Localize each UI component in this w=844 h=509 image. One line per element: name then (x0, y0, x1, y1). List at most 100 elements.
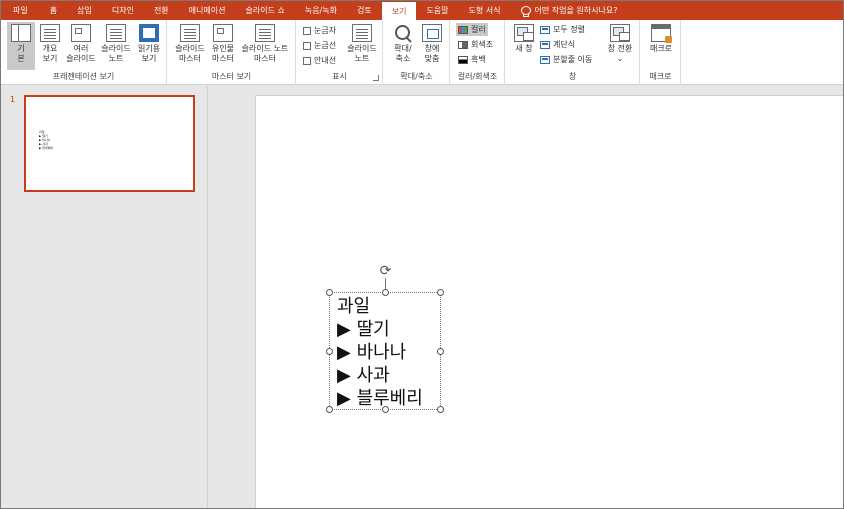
resize-handle-bottom-left[interactable] (326, 406, 333, 413)
group-label-macros: 매크로 (649, 72, 672, 81)
textbox-line-bullet: ▶ 바나나 (337, 342, 407, 363)
slide-sorter-button[interactable]: 여러 슬라이드 (64, 22, 98, 70)
tab-design[interactable]: 디자인 (102, 1, 144, 20)
zoom-button[interactable]: 확대/ 축소 (389, 22, 417, 70)
guides-checkbox[interactable]: 안내선 (303, 55, 336, 66)
guides-checkbox-box (303, 56, 311, 65)
macros-button[interactable]: 매크로 (645, 22, 677, 70)
gridlines-checkbox[interactable]: 눈금선 (303, 40, 336, 51)
tab-animations[interactable]: 애니메이션 (179, 1, 236, 20)
new-window-button[interactable]: 새 창 (510, 22, 538, 70)
handout-master-button[interactable]: 유인물 마스터 (208, 22, 238, 70)
tab-slide-show[interactable]: 슬라이드 쇼 (235, 1, 294, 20)
resize-handle-top-left[interactable] (326, 289, 333, 296)
tab-view[interactable]: 보기 (381, 2, 417, 20)
notes-master-icon (255, 24, 275, 42)
move-split-icon (540, 55, 550, 64)
textbox-content[interactable]: 과일 ▶ 딸기 ▶ 바나나 ▶ 사과 ▶ 블루베리 (337, 295, 423, 410)
zoom-label: 확대/ 축소 (394, 44, 412, 63)
notes-page-label: 슬라이드 노트 (101, 44, 131, 63)
resize-handle-right[interactable] (437, 348, 444, 355)
normal-view-label: 기 본 (17, 44, 25, 63)
grayscale-label: 회색조 (471, 40, 494, 49)
tab-home[interactable]: 홈 (40, 1, 67, 20)
tab-file[interactable]: 파일 (1, 1, 40, 20)
ribbon: 기 본 개요 보기 여러 슬라이드 슬라이드 노트 읽기용 보기 프레젠테이션 … (1, 20, 843, 85)
color-label: 컬러 (471, 25, 486, 34)
ruler-checkbox[interactable]: 눈금자 (303, 25, 336, 36)
slide-editor-area: ⟳ 과일 ▶ 딸기 ▶ 바나나 ▶ 사과 ▶ 블루베리 (209, 86, 843, 508)
slide-thumbnail-text: 과일 ▶ 딸기 ▶ 바나나 ▶ 사과 ▶ 블루베리 (39, 130, 54, 150)
color-swatch-icon (458, 25, 468, 34)
handout-master-label: 유인물 마스터 (211, 44, 235, 63)
black-white-swatch-icon (458, 55, 468, 64)
grayscale-button[interactable]: 회색조 (456, 38, 495, 51)
group-master-views: 슬라이드 마스터 유인물 마스터 슬라이드 노트 마스터 마스터 보기 (168, 20, 296, 85)
slide-master-icon (180, 24, 200, 42)
fit-to-window-icon (422, 24, 442, 42)
tab-recording[interactable]: 녹음/녹화 (295, 1, 347, 20)
cascade-button[interactable]: 계단식 (538, 38, 577, 51)
notes-page-button[interactable]: 슬라이드 노트 (99, 22, 133, 70)
group-window: 새 창 모두 정렬 계단식 분할줄 이동 창 전환 ⌄ 창 (506, 20, 640, 85)
switch-windows-button[interactable]: 창 전환 ⌄ (604, 22, 636, 70)
lightbulb-icon (520, 5, 531, 17)
ruler-label: 눈금자 (314, 26, 337, 35)
fit-to-window-label: 창에 맞춤 (424, 44, 440, 63)
slide-number: 1 (10, 95, 16, 104)
black-white-button[interactable]: 흑백 (456, 53, 488, 66)
macro-icon (651, 24, 672, 43)
slide-thumbnail[interactable]: 과일 ▶ 딸기 ▶ 바나나 ▶ 사과 ▶ 블루베리 (24, 95, 195, 192)
resize-handle-top-right[interactable] (437, 289, 444, 296)
color-button[interactable]: 컬러 (456, 23, 488, 36)
handout-master-icon (213, 24, 233, 42)
arrange-all-label: 모두 정렬 (553, 25, 585, 34)
show-dialog-launcher-icon[interactable] (373, 75, 379, 81)
outline-view-button[interactable]: 개요 보기 (37, 22, 63, 70)
tab-review[interactable]: 검토 (347, 1, 382, 20)
group-label-show: 표시 (332, 72, 347, 81)
new-window-icon (514, 24, 534, 42)
ribbon-tab-bar: 파일 홈 삽입 디자인 전환 애니메이션 슬라이드 쇼 녹음/녹화 검토 보기 … (1, 1, 843, 20)
guides-label: 안내선 (314, 56, 337, 65)
arrange-all-button[interactable]: 모두 정렬 (538, 23, 587, 36)
outline-view-label: 개요 보기 (42, 44, 58, 63)
grayscale-swatch-icon (458, 40, 468, 49)
arrange-all-icon (540, 25, 550, 34)
slide-master-button[interactable]: 슬라이드 마스터 (172, 22, 208, 70)
group-label-window: 창 (568, 72, 577, 81)
notes-master-button[interactable]: 슬라이드 노트 마스터 (238, 22, 292, 70)
rotate-handle-icon[interactable]: ⟳ (378, 264, 393, 279)
selected-textbox[interactable]: ⟳ 과일 ▶ 딸기 ▶ 바나나 ▶ 사과 ▶ 블루베리 (326, 264, 444, 413)
slide-canvas[interactable]: ⟳ 과일 ▶ 딸기 ▶ 바나나 ▶ 사과 ▶ 블루베리 (255, 95, 843, 508)
move-split-button[interactable]: 분할줄 이동 (538, 53, 594, 66)
fit-to-window-button[interactable]: 창에 맞춤 (418, 22, 446, 70)
normal-view-icon (11, 24, 31, 42)
reading-view-button[interactable]: 읽기용 보기 (134, 22, 164, 70)
textbox-line-bullet: ▶ 사과 (337, 365, 390, 386)
group-label-color: 컬러/회색조 (457, 72, 498, 81)
tab-insert[interactable]: 삽입 (67, 1, 102, 20)
normal-view-button[interactable]: 기 본 (7, 22, 35, 70)
notes-page-icon (106, 24, 126, 42)
slide-master-label: 슬라이드 마스터 (175, 44, 205, 63)
resize-handle-bottom-right[interactable] (437, 406, 444, 413)
textbox-line-bullet: ▶ 딸기 (337, 319, 390, 340)
tab-help[interactable]: 도움말 (416, 1, 458, 20)
group-label-master-views: 마스터 보기 (211, 72, 252, 81)
ruler-checkbox-box (303, 26, 311, 35)
reading-view-icon (139, 24, 159, 42)
cascade-icon (540, 40, 550, 49)
notes-button[interactable]: 슬라이드 노트 (345, 22, 379, 70)
tell-me-placeholder: 어떤 작업을 원하시나요? (534, 6, 618, 15)
cascade-label: 계단식 (553, 40, 576, 49)
group-label-presentation-views: 프레젠테이션 보기 (52, 72, 115, 81)
tab-transitions[interactable]: 전환 (144, 1, 179, 20)
tell-me-box[interactable]: 어떤 작업을 원하시나요? (511, 1, 628, 20)
resize-handle-left[interactable] (326, 348, 333, 355)
tab-shape-format[interactable]: 도형 서식 (459, 1, 511, 20)
gridlines-checkbox-box (303, 41, 311, 50)
switch-windows-label: 창 전환 ⌄ (607, 44, 633, 63)
move-split-label: 분할줄 이동 (553, 55, 593, 64)
outline-view-icon (40, 24, 60, 42)
